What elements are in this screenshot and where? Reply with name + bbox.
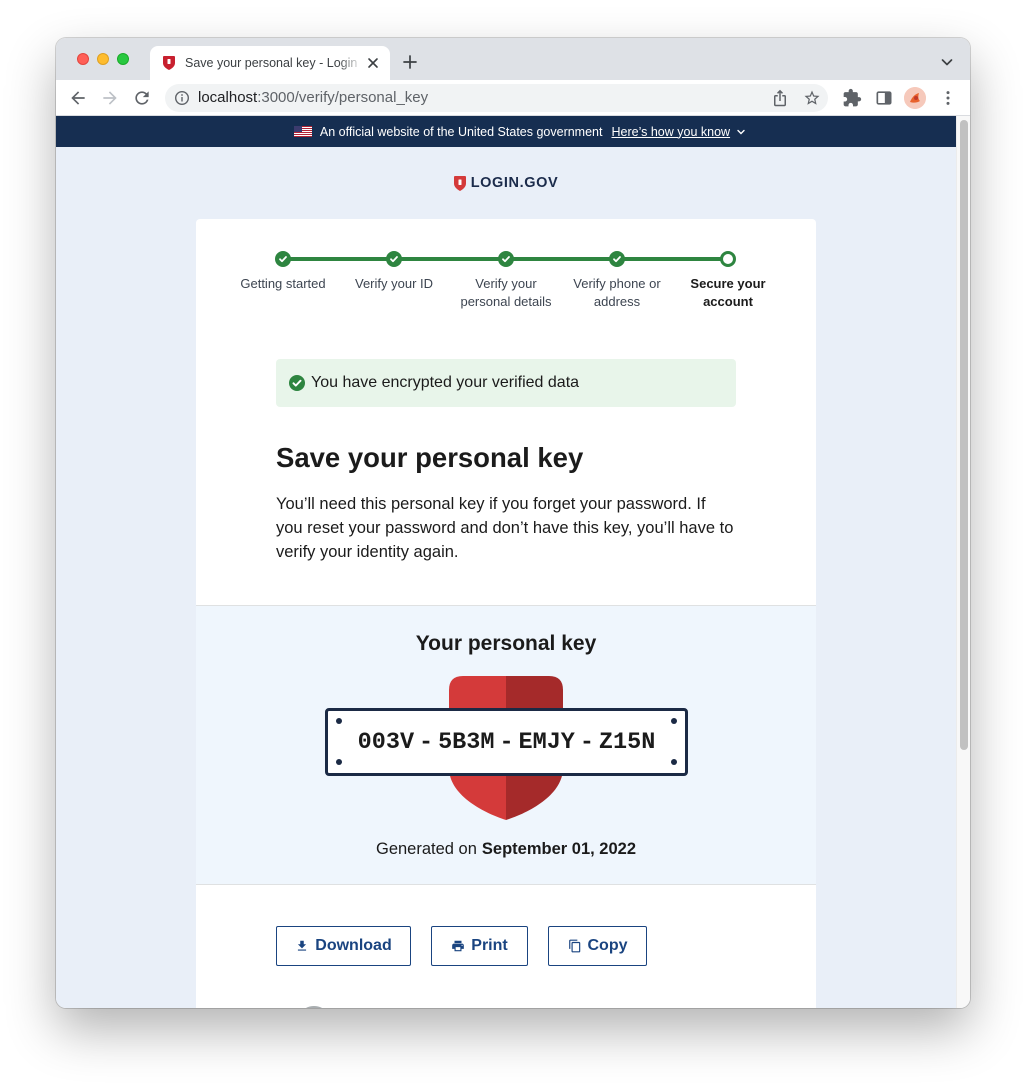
forward-arrow-icon[interactable] — [100, 88, 120, 108]
browser-toolbar: localhost:3000/verify/personal_key — [56, 80, 970, 116]
tab-title: Save your personal key - Login — [185, 56, 358, 70]
star-icon[interactable] — [803, 89, 821, 107]
print-button[interactable]: Print — [431, 926, 528, 966]
step-label: Verify phone or address — [573, 276, 661, 309]
step-current-icon — [720, 251, 736, 267]
intro-line: you reset your password and don’t have t… — [276, 519, 734, 537]
copy-icon — [568, 939, 582, 953]
key-separator: - — [419, 728, 434, 756]
more-vert-icon[interactable] — [938, 88, 958, 108]
vertical-scrollbar[interactable] — [956, 116, 970, 1008]
back-arrow-icon[interactable] — [68, 88, 88, 108]
personal-key-code: 003V - 5B3M - EMJY - Z15N — [328, 711, 685, 773]
window-minimize-button[interactable] — [97, 53, 109, 65]
scrollbar-thumb[interactable] — [960, 120, 968, 750]
extensions-puzzle-icon[interactable] — [842, 88, 862, 108]
intro-line: verify your identity again. — [276, 543, 459, 561]
window-close-button[interactable] — [77, 53, 89, 65]
generated-label: Generated on — [375, 840, 477, 858]
download-icon — [295, 939, 309, 953]
share-icon[interactable] — [771, 89, 789, 107]
tab-active[interactable]: Save your personal key - Login — [150, 46, 390, 80]
step-label: Getting started — [240, 276, 326, 291]
step-check-icon — [386, 251, 402, 267]
chevron-down-icon[interactable] — [736, 127, 746, 137]
main-card: Getting started Verify your ID Verify yo… — [196, 219, 816, 1008]
download-button[interactable]: Download — [276, 926, 411, 966]
generated-date-line: Generated on September 01, 2022 — [196, 837, 816, 861]
gov-banner-link[interactable]: Here’s how you know — [611, 125, 730, 139]
step-label: Verify your personal details — [460, 276, 552, 309]
url-host: localhost — [198, 89, 258, 106]
info-icon[interactable] — [174, 90, 190, 106]
key-group: EMJY — [518, 728, 575, 756]
key-group: Z15N — [598, 728, 656, 756]
print-icon — [451, 939, 465, 953]
key-separator: - — [499, 728, 514, 756]
personal-key-plate: 003V - 5B3M - EMJY - Z15N — [325, 708, 688, 776]
success-alert: You have encrypted your verified data — [276, 359, 736, 407]
intro-text: You’ll need this personal key if you for… — [276, 492, 746, 564]
intro-line: You’ll need this personal key if you for… — [276, 495, 706, 513]
step-label: Verify your ID — [354, 276, 434, 291]
key-group: 003V — [357, 728, 415, 756]
page-title: Save your personal key — [276, 442, 584, 473]
tab-search-chevron-icon[interactable] — [939, 54, 955, 70]
step-label: Secure your account — [690, 276, 766, 309]
gov-banner: An official website of the United States… — [56, 116, 956, 147]
copy-button[interactable]: Copy — [548, 926, 647, 966]
url-path: :3000/verify/personal_key — [257, 89, 429, 106]
login-gov-logo[interactable]: LOGIN.GOV — [56, 174, 956, 192]
side-panel-icon[interactable] — [874, 88, 894, 108]
reload-icon[interactable] — [132, 88, 152, 108]
page: An official website of the United States… — [56, 116, 956, 1008]
step-check-icon — [275, 251, 291, 267]
personal-key-section: Your personal key 003V - 5B3M - EMJY - Z… — [196, 605, 816, 885]
alert-text: You have encrypted your verified data — [311, 374, 580, 391]
login-gov-shield-icon — [453, 175, 466, 191]
checkbox-partial[interactable] — [297, 1006, 331, 1008]
avatar[interactable] — [904, 87, 926, 109]
page-viewport: An official website of the United States… — [56, 116, 970, 1008]
generated-date: September 01, 2022 — [481, 840, 636, 858]
copy-button-label: Copy — [587, 937, 628, 954]
browser-window: Save your personal key - Login localhost… — [56, 38, 970, 1008]
login-gov-favicon-icon — [163, 56, 175, 70]
check-circle-icon — [289, 375, 305, 391]
key-separator: - — [579, 728, 594, 756]
print-button-label: Print — [471, 937, 508, 954]
step-check-icon — [609, 251, 625, 267]
step-check-icon — [498, 251, 514, 267]
download-button-label: Download — [315, 937, 392, 954]
tab-close-icon[interactable] — [365, 55, 381, 71]
address-bar[interactable]: localhost:3000/verify/personal_key — [165, 84, 828, 112]
logo-text: LOGIN.GOV — [470, 175, 559, 191]
key-group: 5B3M — [438, 728, 495, 756]
new-tab-plus-icon[interactable] — [401, 53, 419, 71]
us-flag-icon — [293, 126, 312, 137]
url-text[interactable]: localhost:3000/verify/personal_key — [198, 90, 428, 106]
tab-strip: Save your personal key - Login — [56, 38, 970, 80]
personal-key-heading: Your personal key — [415, 632, 597, 655]
window-zoom-button[interactable] — [117, 53, 129, 65]
gov-banner-text: An official website of the United States… — [319, 124, 603, 139]
